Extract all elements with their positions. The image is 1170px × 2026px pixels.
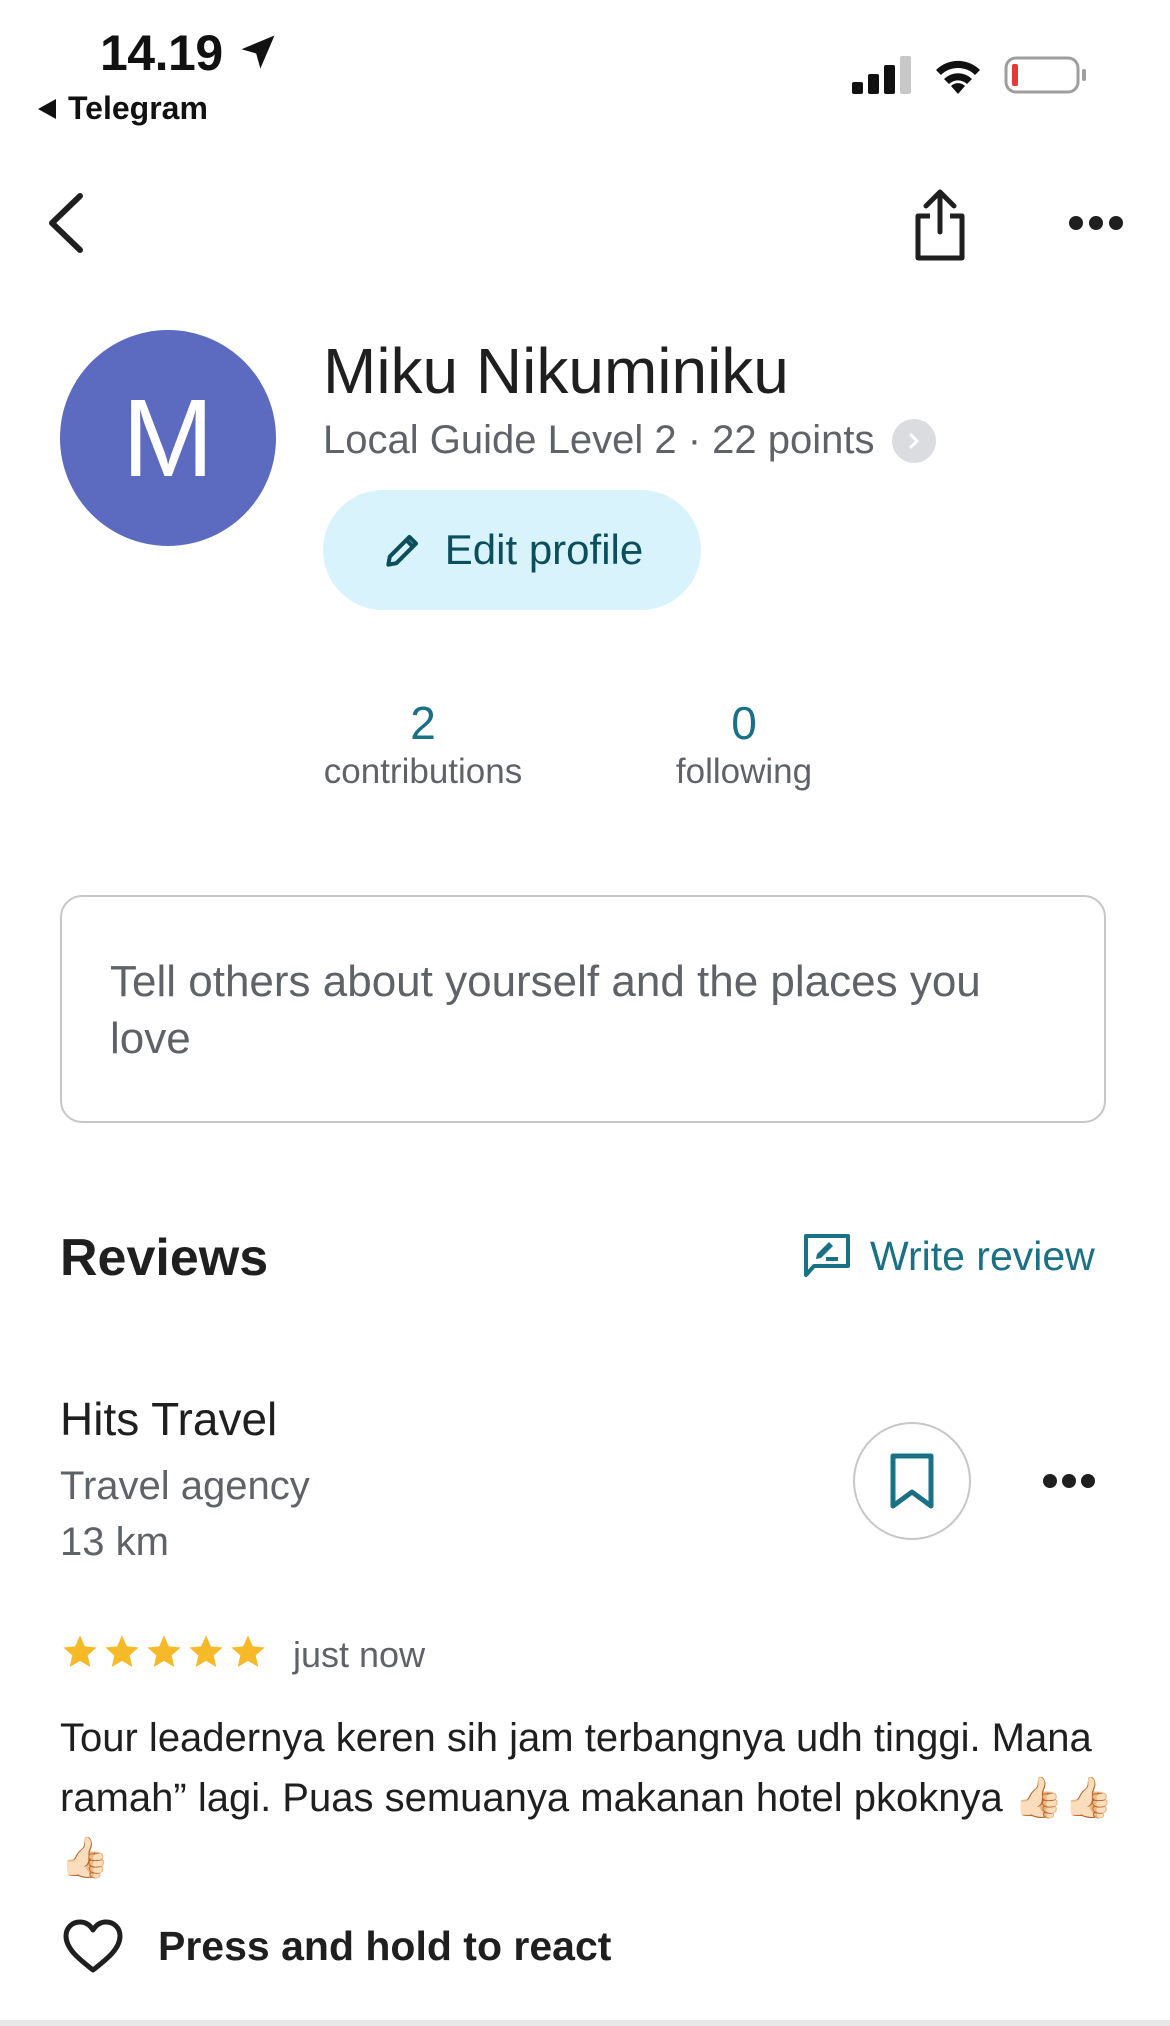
- pencil-icon: [386, 534, 418, 567]
- review-time: just now: [293, 1634, 426, 1675]
- review-text: Tour leadernya keren sih jam terbangnya …: [60, 1716, 1114, 1880]
- following-count: 0: [731, 697, 757, 749]
- battery-icon: [1004, 56, 1086, 94]
- star-rating: [60, 1632, 268, 1672]
- place-type: Travel agency: [60, 1464, 310, 1508]
- guide-level-text: Local Guide Level 2 · 22 points: [323, 418, 875, 462]
- following-stat[interactable]: 0 following: [644, 696, 844, 792]
- star-icon: [147, 1635, 181, 1667]
- status-time: 14.19: [100, 25, 223, 81]
- react-label: Press and hold to react: [158, 1922, 612, 1969]
- review-more-icon[interactable]: [1042, 1472, 1096, 1490]
- contributions-count: 2: [410, 697, 436, 749]
- place-distance: 13 km: [60, 1520, 169, 1564]
- contributions-label: contributions: [323, 752, 523, 791]
- back-to-app-button[interactable]: Telegram: [38, 90, 208, 127]
- star-icon: [231, 1635, 265, 1667]
- save-place-button[interactable]: [853, 1422, 971, 1540]
- place-name[interactable]: Hits Travel: [60, 1392, 277, 1446]
- write-review-label: Write review: [870, 1232, 1095, 1279]
- write-review-button[interactable]: Write review: [802, 1232, 1095, 1280]
- bio-field[interactable]: Tell others about yourself and the place…: [60, 895, 1106, 1123]
- following-label: following: [675, 752, 813, 791]
- profile-name: Miku Nikuminiku: [323, 335, 789, 407]
- bookmark-icon: [890, 1453, 934, 1509]
- edit-profile-button[interactable]: Edit profile: [323, 490, 701, 610]
- star-icon: [189, 1635, 223, 1667]
- star-icon: [105, 1635, 139, 1667]
- back-triangle-icon: [38, 98, 56, 119]
- avatar[interactable]: M: [60, 330, 276, 546]
- signal-icon: [852, 56, 911, 94]
- reviews-heading: Reviews: [60, 1229, 269, 1287]
- more-icon[interactable]: [1068, 214, 1124, 232]
- divider: [0, 2020, 1170, 2026]
- wifi-icon: [936, 60, 980, 94]
- share-icon[interactable]: [912, 188, 968, 262]
- edit-profile-label: Edit profile: [444, 526, 644, 573]
- react-button[interactable]: Press and hold to react: [62, 1918, 611, 1974]
- back-arrow-icon[interactable]: [44, 190, 90, 256]
- back-app-label: Telegram: [68, 90, 208, 126]
- local-guide-link[interactable]: Local Guide Level 2 · 22 points: [323, 418, 937, 463]
- contributions-stat[interactable]: 2 contributions: [300, 696, 546, 792]
- chevron-right-icon: [892, 418, 937, 463]
- location-arrow-icon: [241, 35, 275, 69]
- star-icon: [63, 1635, 97, 1667]
- write-review-icon: [804, 1234, 850, 1277]
- heart-icon: [63, 1919, 123, 1973]
